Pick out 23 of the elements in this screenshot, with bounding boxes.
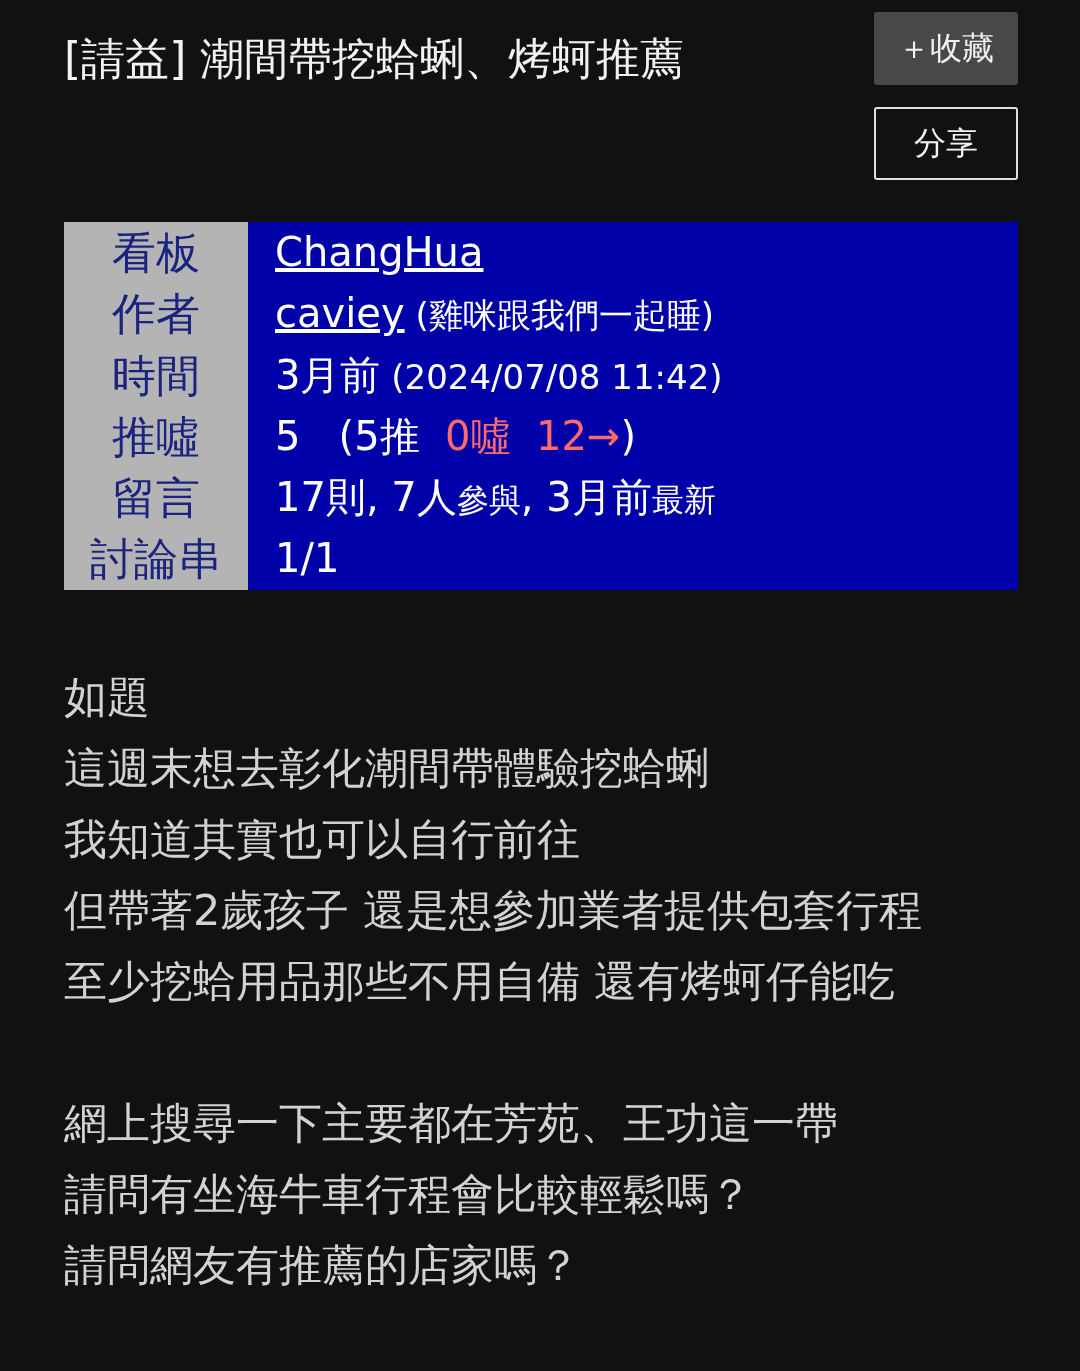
meta-label: 作者 bbox=[64, 283, 248, 345]
meta-value: 3月前 (2024/07/08 11:42) bbox=[274, 350, 724, 400]
meta-value: 1/1 bbox=[274, 534, 341, 584]
post-title: [請益] 潮間帶挖蛤蜊、烤蚵推薦 bbox=[64, 32, 685, 86]
body-text-line: 我知道其實也可以自行前往 bbox=[64, 812, 581, 866]
body-text-line: 這週末想去彰化潮間帶體驗挖蛤蜊 bbox=[64, 741, 710, 795]
meta-label: 留言 bbox=[64, 467, 248, 529]
meta-label: 看板 bbox=[64, 222, 248, 284]
body-text-line: 但帶著2歲孩子 還是想參加業者提供包套行程 bbox=[64, 883, 924, 937]
meta-value: ChangHua bbox=[274, 228, 485, 277]
meta-value: 17則, 7人參與, 3月前最新 bbox=[274, 473, 717, 523]
action-button[interactable]: ＋收藏 bbox=[874, 12, 1018, 85]
body-text-line: 如題 bbox=[64, 670, 151, 724]
meta-value: 5 (5推 0噓 12→) bbox=[274, 411, 637, 461]
body-text-line: 請問有坐海牛車行程會比較輕鬆嗎？ bbox=[64, 1167, 753, 1221]
action-button[interactable]: 分享 bbox=[874, 107, 1018, 180]
meta-label: 討論串 bbox=[64, 528, 248, 590]
body-text-line: 至少挖蛤用品那些不用自備 還有烤蚵仔能吃 bbox=[64, 954, 896, 1008]
meta-value: caviey (雞咪跟我們一起睡) bbox=[274, 289, 715, 339]
body-text-line: 網上搜尋一下主要都在芳苑、王功這一帶 bbox=[64, 1096, 839, 1150]
meta-label: 時間 bbox=[64, 344, 248, 406]
body-text-line: 請問網友有推薦的店家嗎？ bbox=[64, 1238, 581, 1292]
meta-label: 推噓 bbox=[64, 405, 248, 468]
